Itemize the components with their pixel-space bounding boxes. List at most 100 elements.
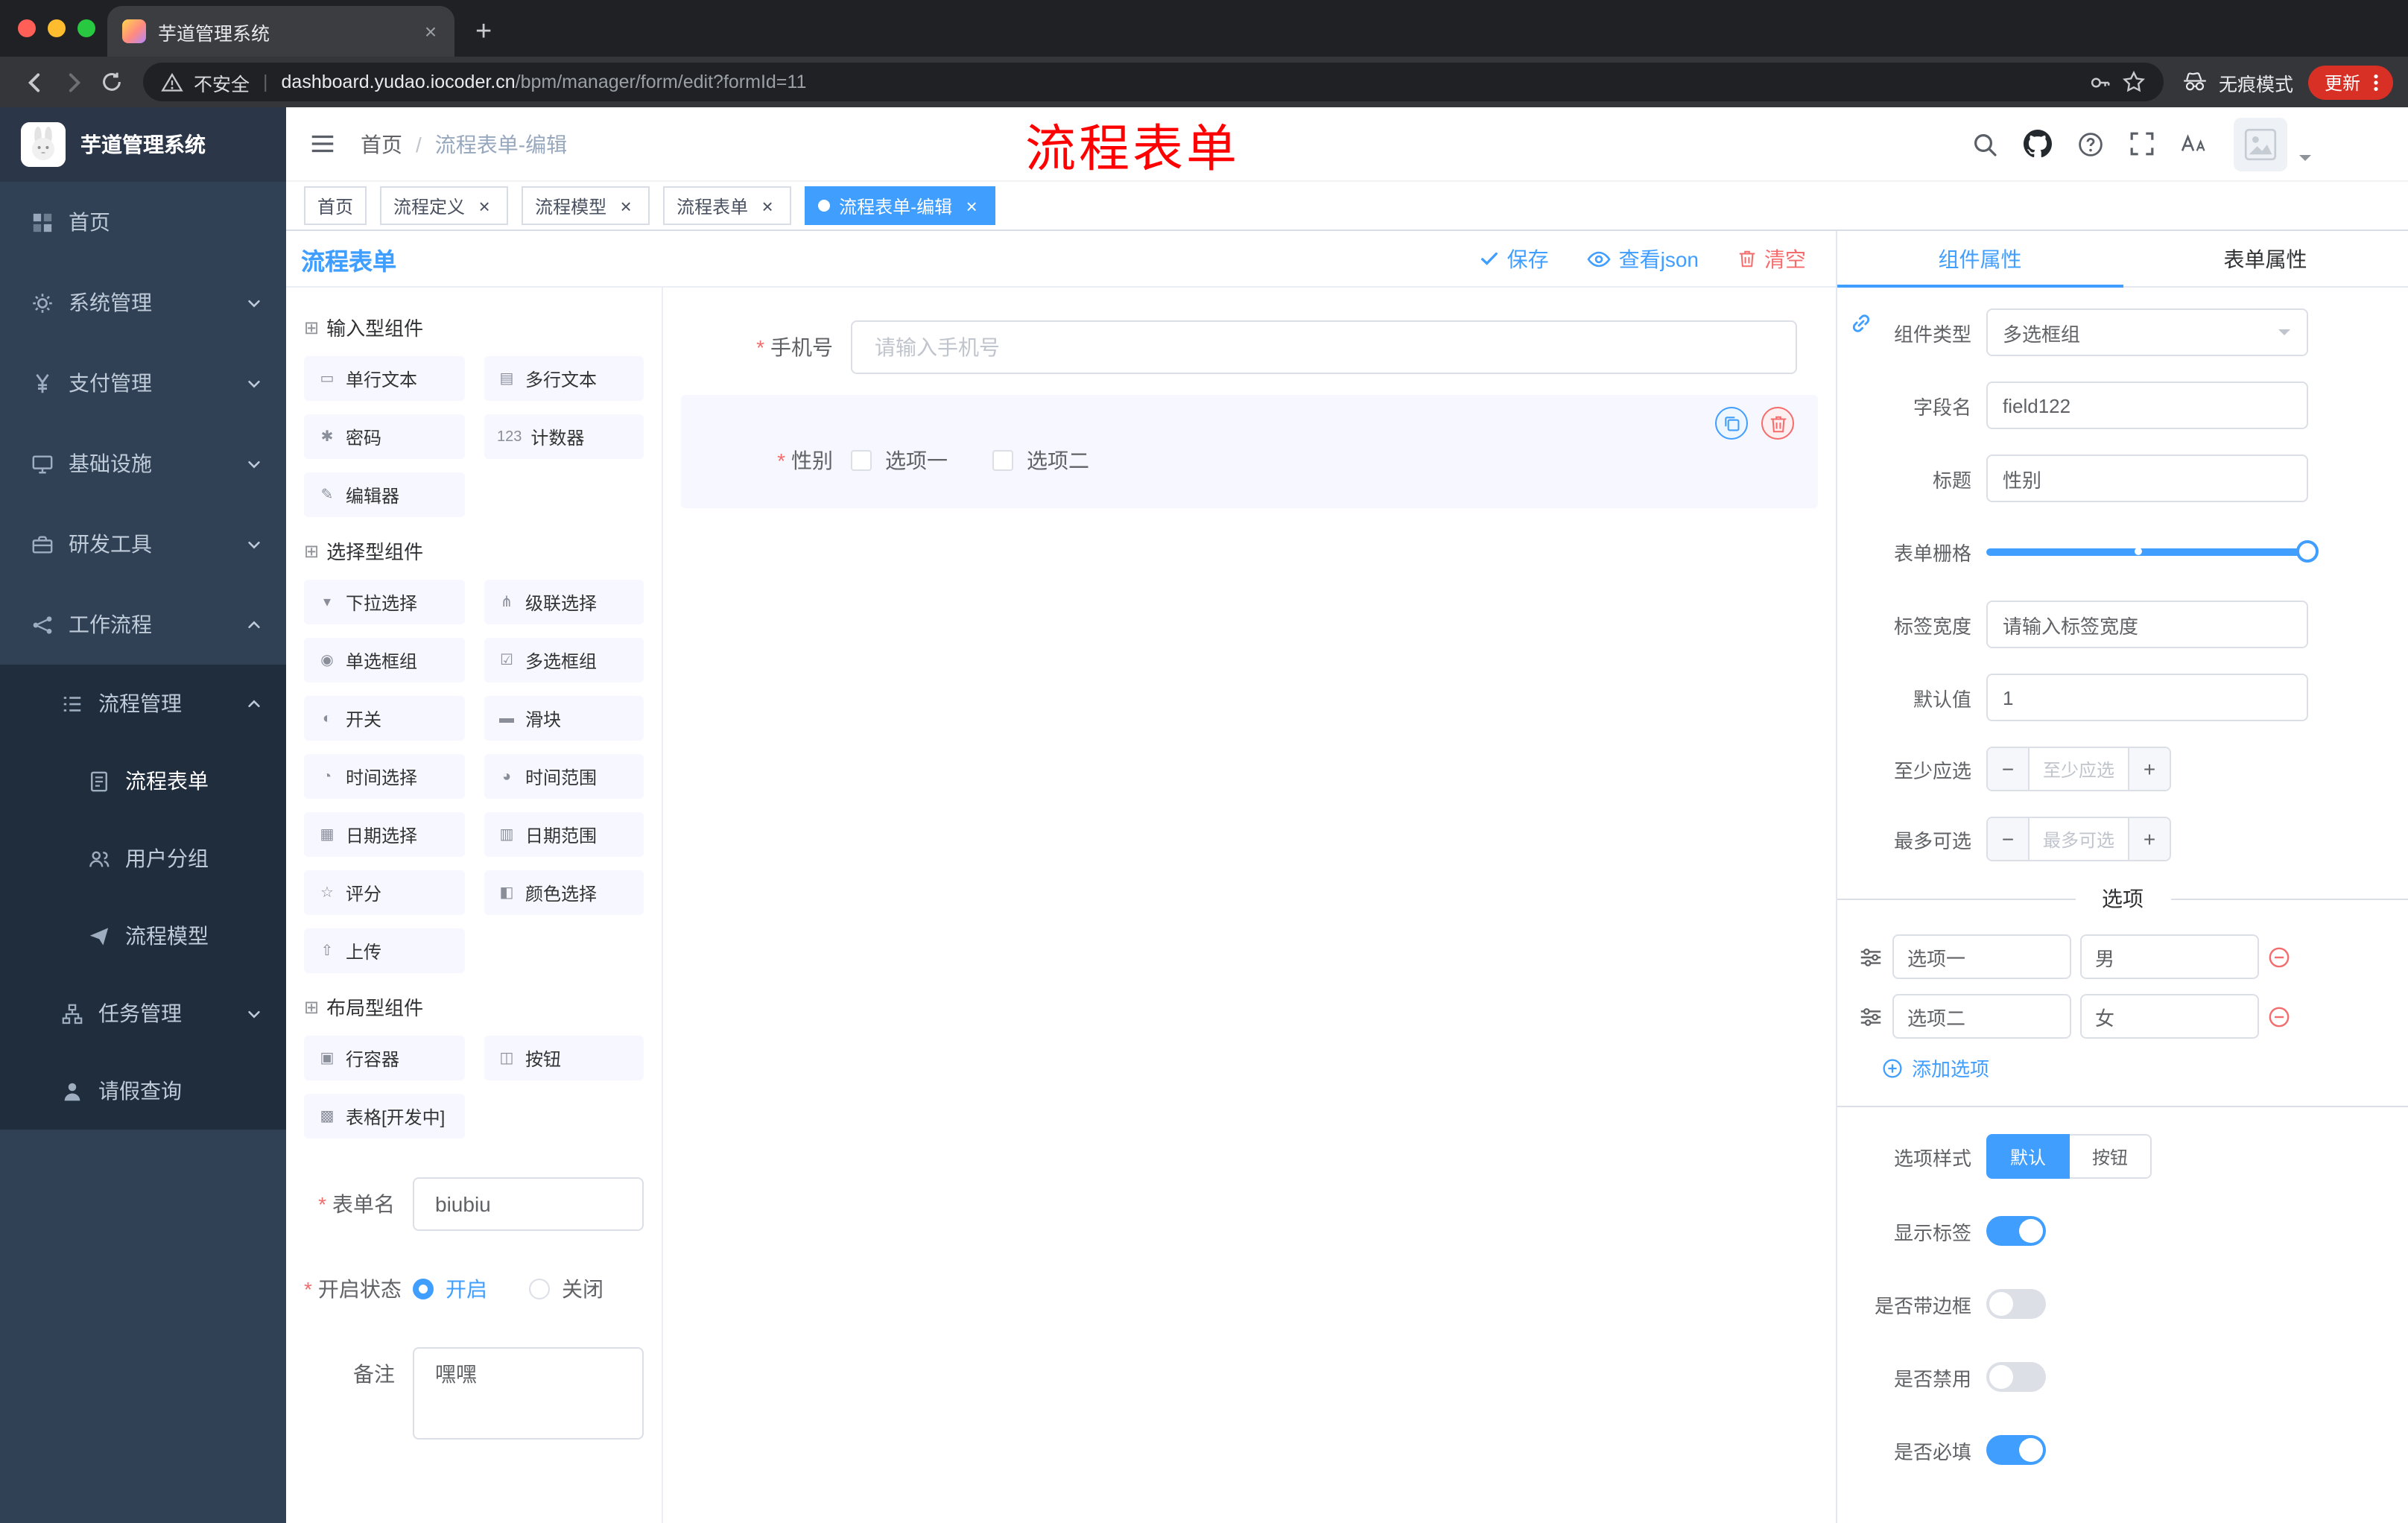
sidebar-item-workflow[interactable]: 工作流程	[0, 584, 286, 665]
palette-item-button[interactable]: ◫ 按钮	[484, 1036, 644, 1080]
browser-menu-kebab-icon[interactable]	[2365, 71, 2387, 93]
default-value-input[interactable]: 1	[1986, 674, 2308, 721]
option-label-input[interactable]: 选项二	[1892, 994, 2071, 1039]
search-icon[interactable]	[1971, 130, 1998, 157]
option-value-input[interactable]: 男	[2080, 934, 2259, 979]
sidebar-item-home[interactable]: 首页	[0, 182, 286, 262]
bookmark-star-icon[interactable]	[2122, 70, 2146, 94]
tag-close-icon[interactable]: ×	[615, 195, 636, 216]
palette-item-upload[interactable]: ⇧ 上传	[304, 928, 464, 973]
save-button[interactable]: 保存	[1480, 244, 1549, 273]
palette-item-cascader[interactable]: ⋔ 级联选择	[484, 580, 644, 624]
clear-button[interactable]: 清空	[1737, 244, 1806, 273]
palette-item-password[interactable]: ✱ 密码	[304, 414, 464, 459]
sidebar-item-infrastructure[interactable]: 基础设施	[0, 423, 286, 504]
font-size-icon[interactable]	[2180, 133, 2208, 155]
sidebar-item-task-mgmt[interactable]: 任务管理	[0, 975, 286, 1052]
palette-item-time-picker[interactable]: ◔ 时间选择	[304, 754, 464, 799]
palette-item-counter[interactable]: 123 计数器	[484, 414, 644, 459]
sidebar-item-user-group[interactable]: 用户分组	[0, 820, 286, 897]
palette-item-checkbox-group[interactable]: ☑ 多选框组	[484, 638, 644, 683]
palette-item-row-container[interactable]: ▣ 行容器	[304, 1036, 464, 1080]
tag-close-icon[interactable]: ×	[961, 195, 982, 216]
tag-流程定义[interactable]: 流程定义 ×	[380, 186, 509, 225]
palette-item-table-dev[interactable]: ▩ 表格[开发中]	[304, 1094, 464, 1139]
option-style-button[interactable]: 按钮	[2070, 1134, 2152, 1179]
radio-status-off[interactable]: 关闭	[529, 1274, 603, 1304]
tag-流程模型[interactable]: 流程模型 ×	[522, 186, 650, 225]
palette-item-date-range[interactable]: ▥ 日期范围	[484, 812, 644, 857]
drag-handle-icon[interactable]	[1858, 944, 1883, 969]
link-icon[interactable]	[1849, 311, 1873, 335]
palette-item-multi-line-text[interactable]: ▤ 多行文本	[484, 356, 644, 401]
phone-input[interactable]: 请输入手机号	[851, 320, 1797, 374]
tab-close-icon[interactable]: ×	[419, 19, 443, 43]
switch-required[interactable]	[1986, 1435, 2046, 1465]
grid-slider[interactable]	[1986, 528, 2319, 575]
copy-widget-button[interactable]	[1715, 407, 1748, 440]
sidebar-item-dev-tools[interactable]: 研发工具	[0, 504, 286, 584]
field-name-input[interactable]: field122	[1986, 381, 2308, 429]
tag-close-icon[interactable]: ×	[757, 195, 778, 216]
tag-流程表单-编辑[interactable]: 流程表单-编辑 ×	[805, 186, 996, 225]
delete-widget-button[interactable]	[1761, 407, 1794, 440]
palette-item-editor[interactable]: ✎ 编辑器	[304, 472, 464, 517]
github-icon[interactable]	[2024, 130, 2052, 158]
minus-button[interactable]: −	[1988, 818, 2030, 860]
hamburger-icon[interactable]	[308, 130, 337, 158]
option-label-input[interactable]: 选项一	[1892, 934, 2071, 979]
component-type-select[interactable]: 多选框组	[1986, 308, 2308, 356]
title-input[interactable]: 性别	[1986, 455, 2308, 502]
canvas-field-gender[interactable]: 性别 选项一 选项二	[681, 395, 1818, 508]
switch-with-border[interactable]	[1986, 1289, 2046, 1319]
forward-button[interactable]	[54, 63, 92, 101]
sidebar-item-process-mgmt[interactable]: 流程管理	[0, 665, 286, 742]
address-bar[interactable]: 不安全 | dashboard.yudao.iocoder.cn/bpm/man…	[143, 63, 2164, 101]
palette-item-slider[interactable]: ▬ 滑块	[484, 696, 644, 741]
sidebar-item-process-form[interactable]: 流程表单	[0, 742, 286, 820]
tag-首页[interactable]: 首页	[304, 186, 367, 225]
add-option-button[interactable]: 添加选项	[1882, 1054, 2408, 1082]
plus-button[interactable]: +	[2128, 748, 2170, 790]
remove-option-icon[interactable]	[2268, 1005, 2290, 1028]
form-remark-textarea[interactable]: 嘿嘿	[413, 1347, 644, 1440]
breadcrumb-home[interactable]: 首页	[361, 129, 402, 159]
sidebar-item-process-model[interactable]: 流程模型	[0, 897, 286, 975]
user-menu[interactable]	[2234, 117, 2313, 171]
avatar[interactable]	[2234, 117, 2287, 171]
fullscreen-icon[interactable]	[2129, 131, 2155, 156]
palette-item-time-range[interactable]: ◕ 时间范围	[484, 754, 644, 799]
window-minimize-button[interactable]	[48, 19, 66, 37]
tab-form-props[interactable]: 表单属性	[2123, 231, 2408, 286]
checkbox-option-2[interactable]: 选项二	[992, 446, 1089, 475]
switch-show-label[interactable]	[1986, 1216, 2046, 1246]
option-value-input[interactable]: 女	[2080, 994, 2259, 1039]
view-json-button[interactable]: 查看json	[1588, 244, 1699, 273]
switch-disabled[interactable]	[1986, 1362, 2046, 1392]
tab-component-props[interactable]: 组件属性	[1837, 231, 2123, 288]
palette-item-color-picker[interactable]: ◧ 颜色选择	[484, 870, 644, 915]
palette-item-single-line-text[interactable]: ▭ 单行文本	[304, 356, 464, 401]
checkbox-option-1[interactable]: 选项一	[851, 446, 948, 475]
min-select-input[interactable]: 至少应选	[2030, 748, 2128, 790]
sidebar-logo[interactable]: 芋道管理系统	[0, 107, 286, 182]
browser-tab[interactable]: 芋道管理系统 ×	[107, 6, 454, 57]
back-button[interactable]	[15, 63, 54, 101]
tag-流程表单[interactable]: 流程表单 ×	[663, 186, 792, 225]
tag-close-icon[interactable]: ×	[474, 195, 495, 216]
canvas-field-phone[interactable]: 手机号 请输入手机号	[681, 308, 1818, 386]
palette-item-radio-group[interactable]: ◉ 单选框组	[304, 638, 464, 683]
update-button[interactable]: 更新	[2307, 65, 2393, 99]
palette-item-switch[interactable]: ◐ 开关	[304, 696, 464, 741]
palette-item-select[interactable]: ▾ 下拉选择	[304, 580, 464, 624]
window-close-button[interactable]	[18, 19, 36, 37]
minus-button[interactable]: −	[1988, 748, 2030, 790]
option-style-default[interactable]: 默认	[1986, 1134, 2070, 1179]
new-tab-button[interactable]: +	[475, 18, 492, 46]
remove-option-icon[interactable]	[2268, 946, 2290, 968]
sidebar-item-system-mgmt[interactable]: 系统管理	[0, 262, 286, 343]
security-warning-icon[interactable]	[161, 71, 183, 93]
reload-button[interactable]	[92, 63, 131, 101]
form-name-input[interactable]: biubiu	[413, 1177, 644, 1231]
max-select-input[interactable]: 最多可选	[2030, 818, 2128, 860]
